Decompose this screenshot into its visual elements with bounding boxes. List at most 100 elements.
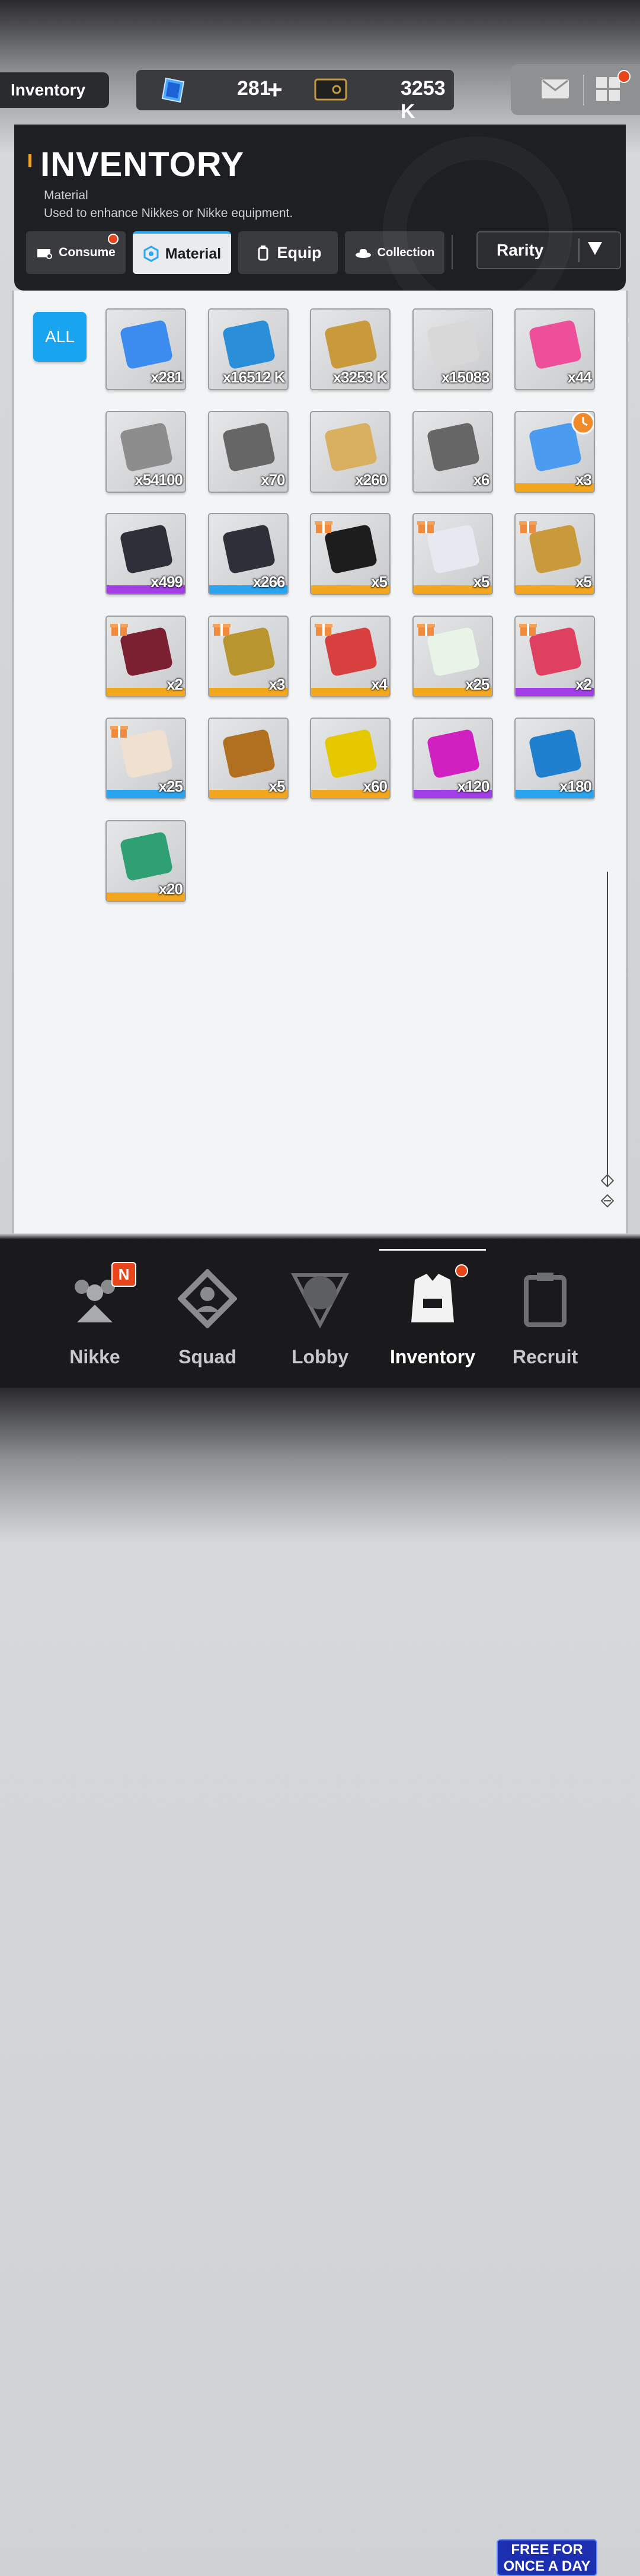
item-teacup[interactable]: x5 — [412, 513, 493, 595]
item-count: x260 — [355, 470, 388, 489]
body-label-crystal-icon — [120, 320, 172, 369]
divider — [583, 75, 584, 106]
free-recruit-badge: FREE FOR ONCE A DAY — [497, 2539, 597, 2576]
tab-collection[interactable]: Collection — [345, 231, 444, 274]
item-gold-wing-card[interactable]: x260 — [310, 410, 391, 493]
item-silver-wing-card[interactable]: x70 — [207, 410, 289, 493]
item-graduation-cap[interactable]: x5 — [310, 513, 391, 595]
item-red-id-card[interactable]: x4 — [310, 615, 391, 697]
item-green-capsule[interactable]: x20 — [105, 820, 186, 902]
item-count: x5 — [575, 573, 592, 591]
menu-grid-icon[interactable] — [595, 76, 621, 102]
consume-icon — [37, 249, 53, 259]
item-gem-heart[interactable]: x44 — [514, 308, 595, 390]
top-right-actions — [511, 64, 640, 115]
item-count: x60 — [363, 777, 388, 795]
notification-dot — [455, 1264, 468, 1277]
item-count: x6 — [473, 470, 490, 489]
tab-consume[interactable]: Consume — [26, 231, 126, 274]
item-count: x120 — [457, 777, 490, 795]
purple-tablet-icon — [427, 729, 479, 778]
item-count: x54100 — [135, 470, 183, 489]
item-count: x2 — [167, 675, 183, 693]
item-count: x25 — [465, 675, 489, 693]
notification-dot — [108, 234, 119, 244]
gift-icon — [315, 521, 332, 533]
credit-icon — [314, 78, 347, 101]
add-gems-button[interactable]: + — [262, 74, 288, 107]
gift-icon — [212, 623, 231, 636]
recruit-clipboard-icon — [524, 1273, 567, 1327]
promo-line: FREE FOR — [511, 2542, 583, 2558]
divider — [452, 235, 453, 269]
divider — [578, 238, 580, 262]
squad-icon — [178, 1269, 237, 1328]
item-event-ticket[interactable]: x3 — [514, 410, 595, 493]
scroll-down-icon[interactable] — [601, 1194, 614, 1207]
bottom-nav: N Nikke Squad Lobby Inventory Recruit FR… — [0, 1239, 640, 2576]
nav-inventory[interactable]: Inventory — [379, 1249, 486, 1370]
item-count: x266 — [252, 573, 286, 591]
item-dark-case-blue[interactable]: x266 — [207, 513, 289, 595]
nav-lobby[interactable]: Lobby — [267, 1251, 373, 1370]
sort-label: Rarity — [497, 241, 544, 259]
item-count: x3 — [575, 470, 592, 489]
item-dark-case-purple[interactable]: x499 — [105, 513, 186, 595]
clock-icon — [571, 412, 594, 434]
location-label: Inventory — [0, 72, 109, 108]
nav-squad[interactable]: Squad — [154, 1251, 261, 1370]
yellow-tablet-icon — [325, 729, 377, 778]
battle-data-drive-icon — [222, 320, 275, 369]
nav-nikke[interactable]: N Nikke — [41, 1251, 148, 1370]
gold-wing-card-icon — [325, 423, 377, 471]
item-purple-tablet[interactable]: x120 — [412, 718, 493, 799]
item-film-roll[interactable]: x5 — [207, 718, 289, 799]
gift-icon — [315, 623, 332, 636]
scrollbar[interactable] — [607, 872, 608, 1186]
item-core-dust-orb[interactable]: x15083 — [412, 308, 493, 390]
item-date-ticket[interactable]: x2 — [514, 615, 595, 697]
item-body-label-crystal[interactable]: x281 — [105, 308, 186, 390]
item-blue-tablet[interactable]: x180 — [514, 718, 595, 799]
gem-heart-icon — [529, 320, 581, 369]
gift-icon — [519, 521, 537, 533]
green-capsule-icon — [120, 832, 172, 880]
item-yellow-tablet[interactable]: x60 — [310, 718, 391, 799]
film-roll-icon — [222, 729, 275, 778]
scroll-up-icon[interactable] — [601, 1174, 614, 1187]
filter-all-button[interactable]: ALL — [33, 312, 87, 362]
blue-tablet-icon — [529, 729, 581, 778]
equip-icon — [258, 246, 268, 261]
category-description: Used to enhance Nikkes or Nikke equipmen… — [44, 206, 293, 220]
item-infinity-module[interactable]: x6 — [412, 410, 493, 493]
item-count: x70 — [261, 470, 285, 489]
item-vip-gold-card[interactable]: x3 — [207, 615, 289, 697]
item-battle-data-drive[interactable]: x16512 K — [207, 308, 289, 390]
nav-label: Recruit — [512, 1346, 578, 1367]
item-grid-area: ALL x281 x16512 K x3253 K x15083 x44 x54100 x7… — [12, 291, 628, 1233]
item-birthday-ticket[interactable]: x25 — [412, 615, 493, 697]
item-dna-code[interactable]: x54100 — [105, 410, 186, 493]
nav-recruit[interactable]: Recruit — [492, 1251, 599, 1370]
item-count: x2 — [575, 675, 592, 693]
item-count: x180 — [559, 777, 592, 795]
nav-label: Inventory — [389, 1346, 476, 1367]
item-count: x5 — [371, 573, 388, 591]
item-voucher-ticket[interactable]: x25 — [105, 718, 186, 799]
notification-dot — [617, 70, 631, 83]
item-credit-card[interactable]: x3253 K — [310, 308, 391, 390]
infinity-module-icon — [427, 423, 479, 471]
mail-icon[interactable] — [540, 77, 570, 101]
item-count: x44 — [567, 368, 592, 386]
tab-material[interactable]: Material — [133, 231, 231, 274]
gift-icon — [417, 623, 435, 636]
nav-label: Nikke — [69, 1346, 120, 1367]
tab-equip[interactable]: Equip — [238, 231, 338, 274]
gift-icon — [110, 623, 128, 636]
sort-dropdown[interactable]: Rarity — [476, 231, 621, 269]
item-count: x3253 K — [332, 368, 388, 386]
credit-card-icon — [325, 320, 377, 369]
item-police-badge[interactable]: x5 — [514, 513, 595, 595]
item-vip-beauty-card[interactable]: x2 — [105, 615, 186, 697]
gift-icon — [519, 623, 537, 636]
